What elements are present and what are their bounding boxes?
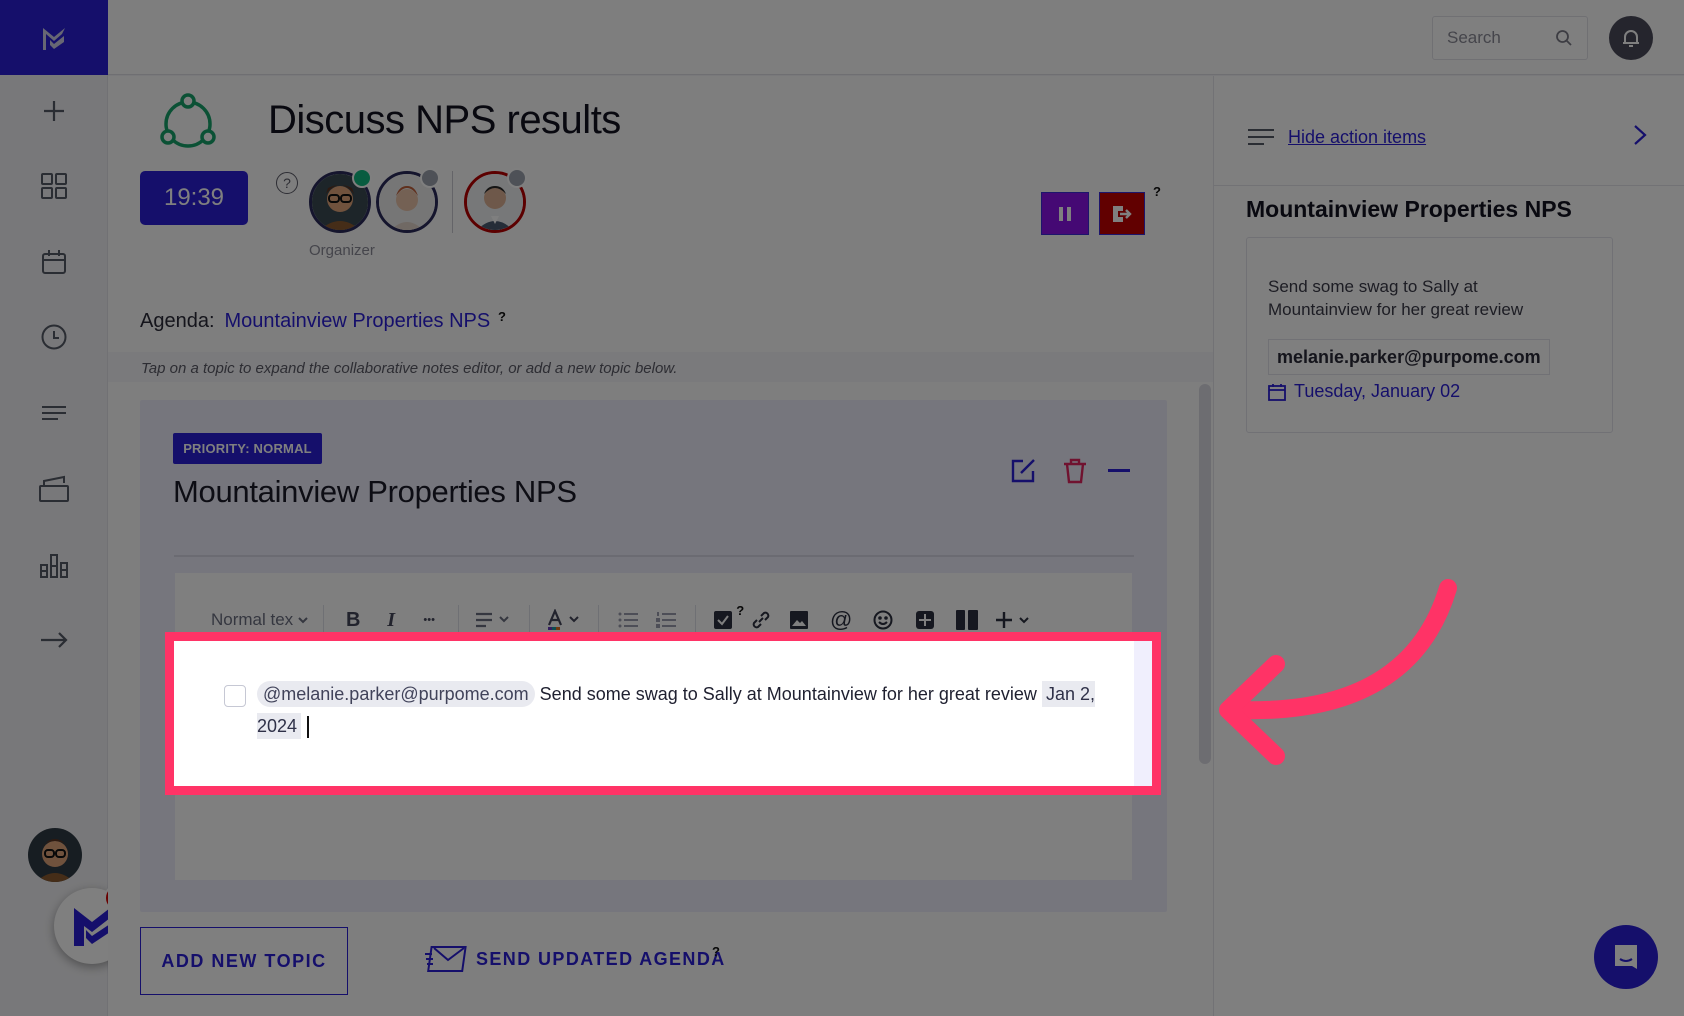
- status-online-dot: [352, 168, 372, 188]
- action-item-assignee: melanie.parker@purpome.com: [1268, 339, 1550, 375]
- toolbar-help-icon[interactable]: ?: [736, 603, 744, 618]
- plus-dropdown-icon: [996, 612, 1029, 628]
- exit-icon: [1113, 205, 1132, 222]
- image-icon: [790, 611, 809, 629]
- topic-title[interactable]: Mountainview Properties NPS: [173, 474, 577, 510]
- send-agenda-help-icon[interactable]: ?: [712, 944, 720, 959]
- edit-topic-button[interactable]: [1008, 456, 1038, 486]
- user-avatar[interactable]: [28, 828, 82, 882]
- hide-action-items-toggle[interactable]: Hide action items: [1248, 122, 1648, 152]
- search-input[interactable]: Search: [1432, 16, 1588, 60]
- chevron-right-icon[interactable]: [1632, 124, 1648, 151]
- due-date-text: Tuesday, January 02: [1294, 381, 1461, 401]
- chat-support-button[interactable]: [1594, 925, 1658, 989]
- sidebar: 1: [0, 0, 132, 1016]
- search-placeholder: Search: [1447, 28, 1501, 47]
- collapse-topic-button[interactable]: [1104, 456, 1134, 486]
- bell-icon: [1623, 30, 1639, 47]
- topic-divider: [174, 555, 1134, 557]
- controls-help-icon[interactable]: ?: [1153, 184, 1161, 199]
- checkbox-icon: [714, 611, 733, 629]
- notifications-button[interactable]: [1609, 16, 1653, 60]
- mention-chip[interactable]: @melanie.parker@purpome.com: [257, 681, 535, 707]
- edit-icon: [1011, 459, 1035, 483]
- calendar-icon[interactable]: [34, 242, 74, 282]
- numbered-list-icon: [656, 612, 677, 628]
- editor-edge: [1134, 641, 1152, 786]
- action-item-checkbox[interactable]: [224, 685, 246, 707]
- annotation-arrow: [1219, 579, 1457, 765]
- logo-icon: [43, 27, 65, 50]
- at-icon: @: [829, 607, 853, 632]
- minus-icon: [1108, 469, 1130, 472]
- organizer-label: Organizer: [309, 242, 375, 259]
- agenda-link[interactable]: Mountainview Properties NPS: [225, 310, 491, 332]
- hide-action-items-link[interactable]: Hide action items: [1288, 127, 1426, 148]
- action-items-section-title: Mountainview Properties NPS: [1246, 196, 1572, 222]
- clock-icon[interactable]: [34, 317, 74, 357]
- list-icon: [1248, 129, 1274, 145]
- bullet-list-icon: [618, 612, 639, 628]
- toolbar-separator: [529, 605, 531, 635]
- arrow-right-icon[interactable]: [34, 620, 74, 660]
- toolbar-separator: [695, 605, 697, 635]
- action-item-description: Send some swag to Sally at Mountainview …: [1268, 277, 1524, 319]
- pause-button[interactable]: [1041, 192, 1089, 235]
- columns-icon: [956, 610, 979, 630]
- agenda-label: Agenda:: [140, 310, 215, 332]
- link-icon: [752, 611, 770, 629]
- text-style-value: Normal tex: [211, 610, 294, 629]
- pause-icon: [1059, 206, 1071, 221]
- text-cursor: [307, 716, 309, 739]
- calendar-icon: [1268, 383, 1286, 401]
- action-item-card[interactable]: [1246, 237, 1613, 433]
- send-updated-agenda-button[interactable]: SEND UPDATED AGENDA: [424, 944, 726, 974]
- add-new-topic-button[interactable]: ADD NEW TOPIC: [140, 927, 348, 995]
- toolbar-separator: [458, 605, 460, 635]
- delete-topic-button[interactable]: [1060, 456, 1090, 486]
- action-item-due-date[interactable]: Tuesday, January 02: [1268, 381, 1460, 402]
- app: 1 Search Discuss NPS results 19:39 ? Org…: [0, 0, 1684, 1016]
- grid-icon[interactable]: [34, 166, 74, 206]
- agenda-line: Agenda: Mountainview Properties NPS: [140, 310, 490, 333]
- status-offline-dot: [507, 168, 527, 188]
- search-icon: [1556, 30, 1572, 46]
- app-logo[interactable]: [0, 0, 108, 75]
- bar-chart-icon[interactable]: [34, 544, 74, 584]
- meeting-title: Discuss NPS results: [268, 98, 621, 142]
- meeting-timer: 19:39: [140, 171, 248, 225]
- agenda-help-icon[interactable]: ?: [498, 309, 506, 324]
- trash-icon: [1064, 458, 1086, 484]
- panel-divider: [1213, 185, 1684, 186]
- help-icon[interactable]: ?: [276, 172, 298, 194]
- plus-icon[interactable]: [34, 91, 74, 131]
- emoji-icon: [873, 610, 893, 630]
- meeting-group-icon: [160, 93, 216, 148]
- action-item-text[interactable]: @melanie.parker@purpome.com Send some sw…: [257, 678, 1117, 742]
- send-agenda-label: SEND UPDATED AGENDA: [476, 948, 726, 969]
- priority-badge: PRIORITY: NORMAL: [173, 433, 322, 464]
- leave-meeting-button[interactable]: [1099, 192, 1145, 235]
- text-color-icon: [548, 609, 579, 630]
- align-left-icon: [476, 612, 509, 628]
- table-icon: [916, 611, 935, 629]
- attendee-divider: [452, 171, 453, 233]
- toolbar-separator: [323, 605, 325, 635]
- envelope-icon: [425, 946, 467, 972]
- status-offline-dot: [420, 168, 440, 188]
- chevron-down-icon: [298, 617, 308, 624]
- agenda-hint: Tap on a topic to expand the collaborati…: [141, 360, 678, 377]
- chat-icon: [1615, 945, 1637, 969]
- highlighted-action-item: @melanie.parker@purpome.com Send some sw…: [165, 632, 1161, 795]
- clapperboard-icon[interactable]: [34, 468, 74, 508]
- toolbar-separator: [598, 605, 600, 635]
- lines-icon[interactable]: [34, 393, 74, 433]
- action-item-body: Send some swag to Sally at Mountainview …: [539, 684, 1037, 704]
